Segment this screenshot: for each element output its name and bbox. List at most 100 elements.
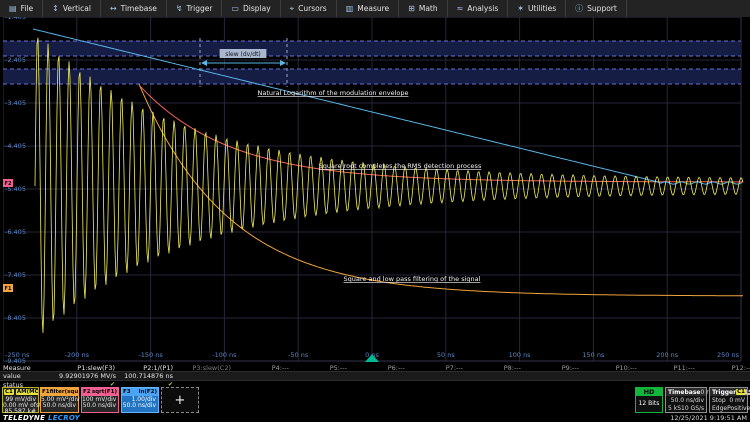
y-axis-label: -1.405 xyxy=(5,17,26,21)
menu-label-file: File xyxy=(21,4,34,13)
x-axis-label: -50 ns xyxy=(288,351,309,359)
svg-text:F2: F2 xyxy=(5,181,12,187)
graticule-svg: -1.405-2.405-3.405-4.405-5.405-6.405-7.4… xyxy=(3,17,747,363)
annotation-slew-label: slew (dv/dt) xyxy=(225,51,261,58)
brand-teledyne: TELEDYNE xyxy=(3,414,45,422)
measure-row-label: Measure xyxy=(0,364,59,372)
measure-col-2[interactable]: P2:1/(P1) xyxy=(117,364,175,372)
measure-row-measure: MeasureP1:slew(F3)P2:1/(P1)P3:slew(C2)P4… xyxy=(0,364,750,371)
y-axis-label: -6.405 xyxy=(5,228,26,236)
analysis-icon: ≈ xyxy=(457,4,464,13)
svg-text:F1: F1 xyxy=(5,286,12,292)
measure-col-11[interactable]: P11:--- xyxy=(639,364,697,372)
trigger-source-badge: C1 xyxy=(736,389,746,395)
measure-col-7[interactable]: P7:--- xyxy=(407,364,465,372)
measure-icon: ▥ xyxy=(346,4,354,13)
f2-timebase: 50.0 ns/div xyxy=(82,403,116,409)
trigger-level: 0 mV xyxy=(729,397,745,404)
measure-col-4[interactable]: P4:--- xyxy=(233,364,291,372)
measure-table: MeasureP1:slew(F3)P2:1/(P1)P3:slew(C2)P4… xyxy=(0,364,750,387)
f2-label: F2 xyxy=(83,389,91,395)
status-bar: TELEDYNE LECROY 12/25/2021 9:19:51 AM xyxy=(0,414,750,422)
timebase-rate: 10 GS/s xyxy=(681,405,704,412)
file-icon: ▤ xyxy=(9,4,17,13)
x-axis-label: 50 ns xyxy=(437,351,455,359)
menu-item-trigger[interactable]: ↯Trigger xyxy=(167,0,223,17)
trigger-title: Trigger xyxy=(712,389,736,396)
menu-bar: ▤File↕Vertical↔Timebase↯Trigger▭Display⌖… xyxy=(0,0,750,18)
trigger-coupling-badge: DC xyxy=(746,389,750,395)
measure-col-1[interactable]: P1:slew(F3) xyxy=(59,364,117,372)
menu-item-math[interactable]: ⊞Math xyxy=(399,0,447,17)
x-axis-label: 250 ns xyxy=(717,351,740,359)
brand-logo: TELEDYNE LECROY xyxy=(3,414,80,422)
menu-label-support: Support xyxy=(587,4,617,13)
x-axis-label: -100 ns xyxy=(212,351,237,359)
c1-label: C1 xyxy=(4,389,14,395)
menu-label-vertical: Vertical xyxy=(63,4,91,13)
measure-col-8[interactable]: P8:--- xyxy=(465,364,523,372)
arrowhead-left-icon xyxy=(201,60,207,66)
y-axis-label: -8.405 xyxy=(5,314,26,322)
measure-col-6[interactable]: P6:--- xyxy=(349,364,407,372)
menu-label-utilities: Utilities xyxy=(528,4,556,13)
menu-item-display[interactable]: ▭Display xyxy=(222,0,280,17)
f2-function: sqrt(F1) xyxy=(92,389,117,395)
math-descriptor-f3-selected[interactable]: F3 ln(F2) 1.00/div 50.0 ns/div xyxy=(121,387,159,413)
menu-label-cursors: Cursors xyxy=(298,4,327,13)
measure-col-3[interactable]: P3:slew(C2) xyxy=(175,364,233,372)
support-icon: ⓘ xyxy=(575,3,583,14)
timebase-descriptor[interactable]: Timebase 0 ns 50.0 ns/div 5 kS 10 GS/s xyxy=(665,387,707,413)
measure-col-5[interactable]: P5:--- xyxy=(291,364,349,372)
x-axis-label: 200 ns xyxy=(656,351,679,359)
channel-descriptor-c1[interactable]: C1 AM(MODEM) 99 mV/div 0.00 mV ofst 85.5… xyxy=(2,387,39,413)
f3-label: F3 xyxy=(123,389,131,395)
x-axis-label: -150 ns xyxy=(138,351,163,359)
menu-item-timebase[interactable]: ↔Timebase xyxy=(101,0,167,17)
x-axis-label: -200 ns xyxy=(65,351,90,359)
menu-item-cursors[interactable]: ⌖Cursors xyxy=(281,0,337,17)
measure-col-9[interactable]: P9:--- xyxy=(523,364,581,372)
hd-mode-box[interactable]: HD 12 Bits xyxy=(635,387,663,413)
annotation-label: Natural Logarithm of the modulation enve… xyxy=(258,89,409,97)
annotation-label: Square root completes the RMS detection … xyxy=(319,162,482,170)
timebase-icon: ↔ xyxy=(110,4,117,13)
x-axis-label: 100 ns xyxy=(509,351,532,359)
measure-gate-band-2 xyxy=(3,69,741,84)
trigger-descriptor[interactable]: Trigger C1 DC Stop 0 mV Edge Positive xyxy=(709,387,748,413)
measure-row-label: value xyxy=(0,372,59,380)
c1-tag: AM(MODEM) xyxy=(16,389,38,395)
math-descriptor-f1[interactable]: F1 filter(squa 5.00 mV²/div 50.0 ns/div xyxy=(40,387,79,413)
hd-bits: 12 Bits xyxy=(636,396,662,411)
hd-label: HD xyxy=(636,388,662,396)
menu-label-trigger: Trigger xyxy=(187,4,213,13)
datetime-display: 12/25/2021 9:19:51 AM xyxy=(670,414,747,422)
cursors-icon: ⌖ xyxy=(290,4,295,14)
f3-timebase: 50.0 ns/div xyxy=(122,403,156,409)
vertical-icon: ↕ xyxy=(52,4,59,13)
brand-lecroy: LECROY xyxy=(48,414,80,422)
math-icon: ⊞ xyxy=(408,4,415,13)
add-trace-button[interactable]: + xyxy=(161,387,199,413)
y-axis-label: -3.405 xyxy=(5,99,26,107)
f3-function: ln(F2) xyxy=(139,389,157,395)
utilities-icon: ✶ xyxy=(517,4,524,13)
measure-col-10[interactable]: P10:--- xyxy=(581,364,639,372)
menu-item-vertical[interactable]: ↕ Vertical xyxy=(43,0,101,17)
f1-label: F1 xyxy=(42,389,50,395)
menu-item-utilities[interactable]: ✶ Utilities xyxy=(508,0,566,17)
arrowhead-right-icon xyxy=(280,60,286,66)
menu-item-measure[interactable]: ▥Measure xyxy=(337,0,399,17)
measure-col-12[interactable]: P12:--- xyxy=(697,364,750,372)
plus-icon: + xyxy=(175,393,186,408)
menu-item-support[interactable]: ⓘ Support xyxy=(566,0,627,17)
math-descriptor-f2[interactable]: F2 sqrt(F1) 100 mV/div 50.0 ns/div xyxy=(81,387,119,413)
menu-item-file[interactable]: ▤ File xyxy=(0,0,43,17)
trigger-slope: Positive xyxy=(727,405,750,412)
y-axis-label: -2.405 xyxy=(5,56,26,64)
menu-item-analysis[interactable]: ≈Analysis xyxy=(448,0,509,17)
measure-value-2: 100.714876 ns xyxy=(117,372,175,380)
y-axis-label: -4.405 xyxy=(5,142,26,150)
menu-label-measure: Measure xyxy=(357,4,389,13)
plot-area: -1.405-2.405-3.405-4.405-5.405-6.405-7.4… xyxy=(0,17,750,364)
